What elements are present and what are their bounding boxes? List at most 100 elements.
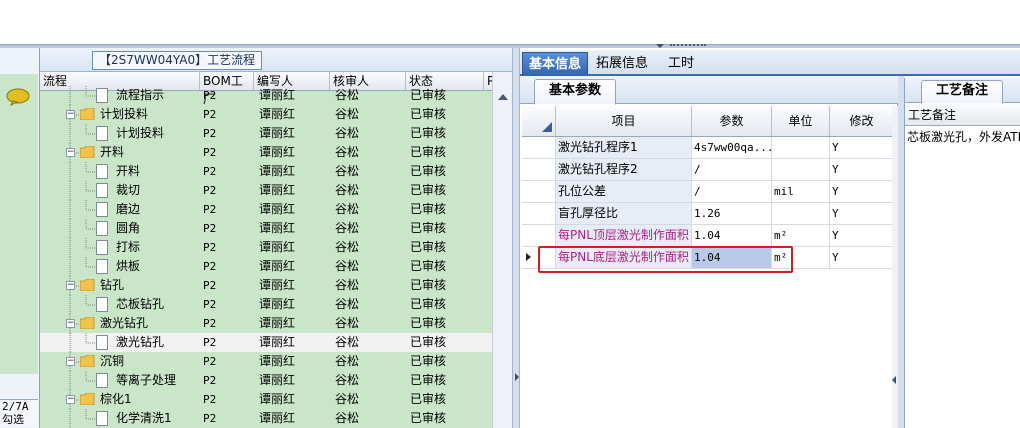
param-row-value[interactable]: 4s7ww00qa... (692, 137, 772, 158)
tree-row-name: 计划投料 (100, 107, 149, 121)
row-selector[interactable] (522, 225, 556, 246)
tree-row-name: 流程指示 (116, 88, 165, 102)
scroll-up-arrow-icon[interactable] (498, 94, 508, 100)
left-code-box: 2/7A 勾选 (0, 399, 38, 426)
tree-row[interactable]: − 激光钻孔 P2 谭丽红 谷松 已审核 (40, 314, 512, 333)
row-selector[interactable] (522, 137, 556, 158)
sort-corner-icon (542, 122, 552, 132)
tree-row[interactable]: − 钻孔 P2 谭丽红 谷松 已审核 (40, 276, 512, 295)
collapse-toggle-icon[interactable]: − (66, 319, 75, 328)
tree-row-reviewer: 谷松 (335, 126, 360, 140)
param-row-modify[interactable]: Y (830, 225, 894, 246)
tree-row-reviewer: 谷松 (335, 373, 360, 387)
tree-row-status: 已审核 (410, 392, 447, 406)
tree-row[interactable]: 圆角 P2 谭丽红 谷松 已审核 (40, 219, 512, 238)
collapse-toggle-icon[interactable]: − (66, 395, 75, 404)
tree-row-writer: 谭丽红 (259, 107, 296, 121)
process-title: 【2S7WW04YA0】工艺流程 (92, 51, 263, 70)
tree-row[interactable]: 流程指示 P2 谭丽红 谷松 已审核 (40, 86, 512, 105)
process-tree-grid[interactable]: 流程 BOM工厂 编写人 核审人 状态 P 流程指示 P2 谭丽红 谷松 已审核 − 计划投料 P2 谭丽… (40, 72, 512, 428)
tree-row-status: 已审核 (410, 354, 447, 368)
splitter-down-arrow-icon[interactable] (656, 44, 664, 48)
param-row-value[interactable]: / (692, 181, 772, 202)
tree-row-writer: 谭丽红 (259, 297, 296, 311)
tree-row-reviewer: 谷松 (335, 88, 360, 102)
tree-row[interactable]: 裁切 P2 谭丽红 谷松 已审核 (40, 181, 512, 200)
param-row-unit[interactable] (772, 159, 830, 180)
tree-scrollbar[interactable] (492, 72, 512, 428)
tree-row[interactable]: 化学清洗1 P2 谭丽红 谷松 已审核 (40, 409, 512, 428)
collapse-toggle-icon[interactable]: − (66, 110, 75, 119)
tree-row[interactable]: − 棕化1 P2 谭丽红 谷松 已审核 (40, 390, 512, 409)
params-header-col-modify[interactable]: 修改 (830, 106, 894, 136)
panel-collapse-arrow-icon[interactable] (892, 376, 896, 384)
param-row-value[interactable]: 1.04 (692, 225, 772, 246)
tree-row-writer: 谭丽红 (259, 240, 296, 254)
remark-tabbar: 工艺备注 (905, 78, 1020, 104)
remark-text[interactable]: 芯板激光孔，外发ATE (907, 128, 1020, 148)
param-row-modify[interactable]: Y (830, 247, 894, 268)
vertical-splitter[interactable] (512, 48, 520, 428)
param-row-item: 激光钻孔程序2 (556, 159, 692, 180)
tab-extended-info[interactable]: 拓展信息 (590, 52, 658, 76)
tree-row[interactable]: 磨边 P2 谭丽红 谷松 已审核 (40, 200, 512, 219)
params-header-col-unit[interactable]: 单位 (772, 106, 830, 136)
left-code-line2[interactable]: 勾选 (0, 413, 38, 426)
tree-row[interactable]: − 开料 P2 谭丽红 谷松 已审核 (40, 143, 512, 162)
params-header-col-item[interactable]: 项目 (556, 106, 692, 136)
tree-row[interactable]: − 计划投料 P2 谭丽红 谷松 已审核 (40, 105, 512, 124)
chat-bubble-icon[interactable] (6, 88, 30, 106)
param-row[interactable]: 激光钻孔程序2/ Y (522, 159, 896, 181)
tree-row-status: 已审核 (410, 202, 447, 216)
splitter-grip-dots[interactable] (670, 44, 706, 49)
params-header-col-param[interactable]: 参数 (692, 106, 772, 136)
left-code-line1: 2/7A (2, 400, 29, 413)
detail-tabs: 基本信息 拓展信息 工时 (520, 50, 1020, 76)
tree-row[interactable]: 打标 P2 谭丽红 谷松 已审核 (40, 238, 512, 257)
tree-row-name: 钻孔 (100, 278, 125, 292)
param-row[interactable]: 每PNL顶层激光制作面积 1.04 m² Y (522, 225, 896, 247)
splitter-arrow-icon[interactable] (515, 373, 519, 381)
tree-row[interactable]: 激光钻孔 P2 谭丽红 谷松 已审核 (40, 333, 512, 352)
tree-row[interactable]: 芯板钻孔 P2 谭丽红 谷松 已审核 (40, 295, 512, 314)
param-row-modify[interactable]: Y (830, 159, 894, 180)
tree-row-writer: 谭丽红 (259, 354, 296, 368)
tab-basic-info[interactable]: 基本信息 (522, 52, 588, 76)
param-row-unit[interactable]: mil (772, 181, 830, 202)
row-selector[interactable] (522, 181, 556, 202)
param-row-unit[interactable] (772, 137, 830, 158)
collapse-toggle-icon[interactable]: − (66, 281, 75, 290)
tree-row[interactable]: 等离子处理 P2 谭丽红 谷松 已审核 (40, 371, 512, 390)
collapse-toggle-icon[interactable]: − (66, 357, 75, 366)
tree-row-writer: 谭丽红 (259, 259, 296, 273)
param-row-modify[interactable]: Y (830, 137, 894, 158)
tree-row-status: 已审核 (410, 297, 447, 311)
tree-row[interactable]: 计划投料 P2 谭丽红 谷松 已审核 (40, 124, 512, 143)
param-row[interactable]: 盲孔厚径比 1.26 Y (522, 203, 896, 225)
param-row-modify[interactable]: Y (830, 181, 894, 202)
param-row-unit[interactable] (772, 203, 830, 224)
tree-row[interactable]: 烘板 P2 谭丽红 谷松 已审核 (40, 257, 512, 276)
param-row[interactable]: 激光钻孔程序1 4s7ww00qa... Y (522, 137, 896, 159)
grid-corner[interactable] (522, 106, 556, 136)
tab-work-hours[interactable]: 工时 (662, 52, 704, 76)
document-icon (96, 297, 108, 312)
row-selector[interactable] (522, 203, 556, 224)
param-row-unit[interactable]: m² (772, 225, 830, 246)
process-remark-panel: 工艺备注 工艺备注 芯板激光孔，外发ATE (904, 78, 1020, 428)
document-icon (96, 88, 108, 103)
param-row[interactable]: 孔位公差 / mil Y (522, 181, 896, 203)
param-row-value[interactable]: / (692, 159, 772, 180)
tree-row[interactable]: 开料 P2 谭丽红 谷松 已审核 (40, 162, 512, 181)
tree-row-status: 已审核 (410, 373, 447, 387)
param-row-modify[interactable]: Y (830, 203, 894, 224)
collapse-toggle-icon[interactable]: − (66, 148, 75, 157)
tab-basic-params[interactable]: 基本参数 (534, 79, 617, 105)
document-icon (96, 373, 108, 388)
document-icon (96, 240, 108, 255)
tab-process-remark[interactable]: 工艺备注 (921, 80, 1004, 104)
tree-row[interactable]: − 沉铜 P2 谭丽红 谷松 已审核 (40, 352, 512, 371)
param-row-value[interactable]: 1.26 (692, 203, 772, 224)
row-selector[interactable] (522, 159, 556, 180)
current-row-arrow-icon (526, 253, 531, 261)
